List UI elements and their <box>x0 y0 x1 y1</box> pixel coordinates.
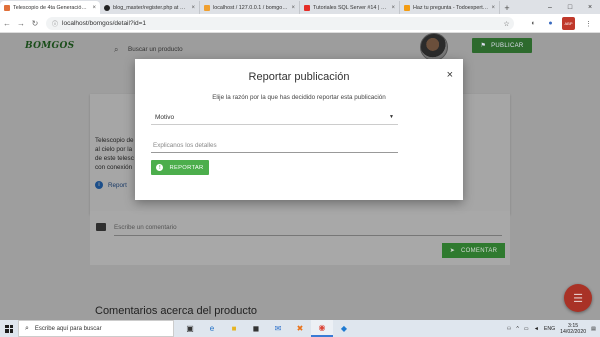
tab-label: Tutoriales SQL Server #14 | Co... <box>313 4 389 11</box>
browser-tab-bar: Telescopio de 4ta Generación ... × blog_… <box>0 0 600 14</box>
comment-icon <box>96 223 106 231</box>
search-icon: ⌕ <box>25 324 29 332</box>
reason-select-value: Motivo <box>155 113 175 121</box>
language-indicator[interactable]: ENG <box>544 326 555 332</box>
pinned-apps: ▣ e ■ ◼ ✉ ✖ ◉ ◆ <box>179 320 355 337</box>
info-circle-icon: i <box>95 181 103 189</box>
url-text: localhost/bomgos/detail?id=1 <box>62 20 147 27</box>
menu-icon[interactable]: ⋮ <box>582 17 595 30</box>
xampp-icon[interactable]: ✖ <box>289 320 311 337</box>
tab-label: Telescopio de 4ta Generación ... <box>13 4 90 11</box>
tab-close-icon[interactable]: × <box>491 5 495 11</box>
tab-label: Haz tu pregunta - Todoexpertos... <box>413 4 489 11</box>
chevron-down-icon: ▼ <box>389 114 394 120</box>
send-icon: ➤ <box>449 248 456 254</box>
browser-tab[interactable]: Telescopio de 4ta Generación ... × <box>0 1 100 14</box>
browser-tab[interactable]: Haz tu pregunta - Todoexpertos... × <box>400 1 500 14</box>
back-icon[interactable]: ← <box>0 14 14 33</box>
taskbar: ⌕ Escribe aquí para buscar ▣ e ■ ◼ ✉ ✖ ◉… <box>0 320 600 337</box>
vscode-icon[interactable]: ◆ <box>333 320 355 337</box>
report-link[interactable]: i Report <box>95 181 127 189</box>
report-submit-button[interactable]: ! REPORTAR <box>151 160 209 175</box>
people-icon[interactable]: ⚇ <box>507 326 512 332</box>
edge-icon[interactable]: e <box>201 320 223 337</box>
mail-icon[interactable]: ✉ <box>267 320 289 337</box>
dialog-title: Reportar publicación <box>248 71 350 83</box>
browser-tab[interactable]: Tutoriales SQL Server #14 | Co... × <box>300 1 400 14</box>
chevron-up-icon[interactable]: ^ <box>516 326 518 332</box>
comment-submit-button[interactable]: ➤ COMENTAR <box>442 243 505 258</box>
minimize-button[interactable]: – <box>540 0 560 14</box>
avatar[interactable] <box>420 33 448 61</box>
close-icon[interactable]: × <box>447 69 453 81</box>
web-page: BOMGOS ⌕ Buscar un producto ⚑ PUBLICAR T… <box>0 33 600 320</box>
extension-icon[interactable]: ◐ <box>527 17 540 30</box>
dialog-subtitle: Elije la razón por la que has decidido r… <box>212 94 386 101</box>
todoexpertos-icon <box>404 4 410 11</box>
menu-icon: ☰ <box>573 292 583 305</box>
info-icon: ⓘ <box>52 22 59 28</box>
taskbar-search-placeholder: Escribe aquí para buscar <box>34 325 102 332</box>
maximize-button[interactable]: □ <box>560 0 580 14</box>
windows-icon <box>5 324 13 333</box>
network-icon[interactable]: ▭ <box>524 326 529 332</box>
site-logo[interactable]: BOMGOS <box>25 41 74 51</box>
close-window-button[interactable]: × <box>580 0 600 14</box>
notifications-icon[interactable]: ▤ <box>591 326 596 332</box>
new-tab-button[interactable]: + <box>500 1 514 14</box>
reason-select[interactable]: Motivo ▼ <box>151 110 398 125</box>
report-dialog: Reportar publicación × Elije la razón po… <box>135 59 463 200</box>
forward-icon[interactable]: → <box>14 14 28 33</box>
tab-close-icon[interactable]: × <box>191 5 195 11</box>
floating-menu-button[interactable]: ☰ <box>564 284 592 312</box>
tab-close-icon[interactable]: × <box>391 5 395 11</box>
reload-icon[interactable]: ↻ <box>28 14 42 33</box>
tab-label: localhost / 127.0.0.1 / bomgos ... <box>213 4 289 11</box>
search-icon[interactable]: ⌕ <box>114 45 118 55</box>
profile-icon[interactable]: ● <box>544 17 557 30</box>
address-bar-row: ← → ↻ ⓘ localhost/bomgos/detail?id=1 ☆ ◐… <box>0 14 600 33</box>
extension-badge-icon[interactable]: ABP <box>562 17 575 30</box>
alert-icon: ! <box>156 164 164 171</box>
star-icon[interactable]: ☆ <box>500 17 513 30</box>
file-explorer-icon[interactable]: ■ <box>223 320 245 337</box>
github-icon <box>104 4 110 11</box>
browser-tab[interactable]: blog_master/register.php at m... × <box>100 1 200 14</box>
phpmyadmin-icon <box>204 4 210 11</box>
flag-icon: ⚑ <box>480 43 487 49</box>
comment-input[interactable]: Escribe un comentario <box>114 224 502 236</box>
store-icon[interactable]: ◼ <box>245 320 267 337</box>
system-tray: ⚇ ^ ▭ ◄ ENG 3:15 14/02/2020 ▤ <box>507 320 596 337</box>
start-button[interactable] <box>0 320 18 337</box>
details-input[interactable]: Explicanos los detalles <box>151 139 398 153</box>
tab-close-icon[interactable]: × <box>92 5 96 11</box>
publish-label: PUBLICAR <box>491 42 524 49</box>
chrome-icon[interactable]: ◉ <box>311 320 333 337</box>
taskbar-search-field[interactable]: ⌕ Escribe aquí para buscar <box>18 320 174 337</box>
youtube-icon <box>304 4 310 11</box>
tab-label: blog_master/register.php at m... <box>113 4 189 11</box>
volume-icon[interactable]: ◄ <box>534 326 539 332</box>
site-header: BOMGOS ⌕ Buscar un producto ⚑ PUBLICAR <box>0 33 600 61</box>
clock[interactable]: 3:15 14/02/2020 <box>560 323 586 335</box>
search-input[interactable]: Buscar un producto <box>128 46 183 53</box>
tab-favicon-icon <box>4 4 10 11</box>
clock-date: 14/02/2020 <box>560 328 587 335</box>
browser-tab[interactable]: localhost / 127.0.0.1 / bomgos ... × <box>200 1 300 14</box>
task-view-icon[interactable]: ▣ <box>179 320 201 337</box>
window-controls: – □ × <box>540 0 600 14</box>
comments-heading: Comentarios acerca del producto <box>95 305 258 317</box>
tab-close-icon[interactable]: × <box>291 5 295 11</box>
url-field[interactable]: ⓘ localhost/bomgos/detail?id=1 <box>46 17 514 30</box>
publish-button[interactable]: ⚑ PUBLICAR <box>472 38 532 53</box>
comment-submit-label: COMENTAR <box>461 247 498 254</box>
report-link-label: Report <box>108 181 127 189</box>
report-submit-label: REPORTAR <box>169 164 204 171</box>
